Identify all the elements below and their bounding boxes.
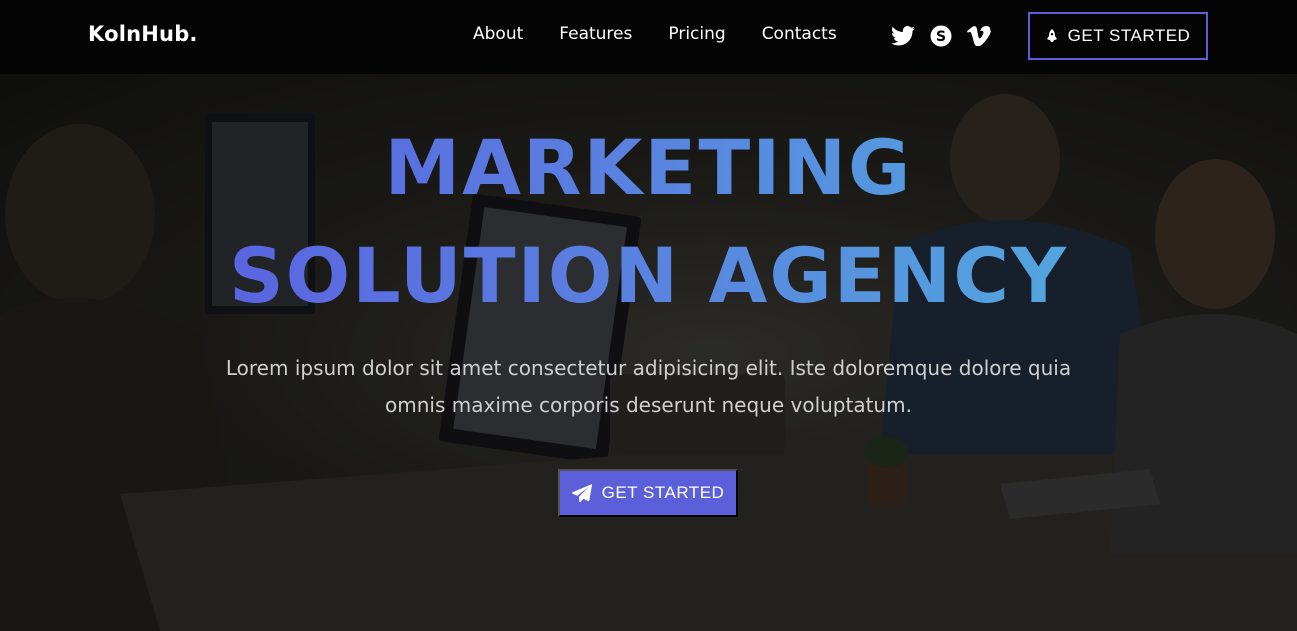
- svg-text:S: S: [936, 29, 946, 45]
- nav-link-about[interactable]: About: [473, 24, 523, 44]
- nav-link-features[interactable]: Features: [559, 24, 632, 44]
- nav-cta-label: GET STARTED: [1067, 26, 1191, 45]
- nav-get-started-button[interactable]: GET STARTED: [1028, 12, 1208, 60]
- headline-line-1: MARKETING: [384, 123, 913, 212]
- vimeo-icon[interactable]: [966, 24, 992, 48]
- headline-line-2: SOLUTION AGENCY: [228, 231, 1069, 320]
- brand-logo[interactable]: KolnHub.: [88, 22, 198, 46]
- twitter-icon[interactable]: [890, 24, 916, 48]
- rocket-icon: [1046, 29, 1058, 43]
- nav-link-pricing[interactable]: Pricing: [668, 24, 725, 44]
- top-navbar: KolnHub. About Features Pricing Contacts…: [0, 0, 1297, 74]
- social-links: S: [890, 24, 1004, 48]
- nav-link-contacts[interactable]: Contacts: [762, 24, 837, 44]
- hero-subtext: Lorem ipsum dolor sit amet consectetur a…: [225, 356, 1072, 417]
- skype-icon[interactable]: S: [928, 24, 954, 48]
- paper-plane-icon: [571, 484, 592, 502]
- hero-cta-label: GET STARTED: [601, 483, 725, 502]
- hero-get-started-button[interactable]: GET STARTED: [558, 469, 738, 517]
- nav-links: About Features Pricing Contacts: [473, 24, 873, 44]
- hero-headline: MARKETING SOLUTION AGENCY: [0, 114, 1297, 330]
- hero-section: MARKETING SOLUTION AGENCY Lorem ipsum do…: [0, 74, 1297, 631]
